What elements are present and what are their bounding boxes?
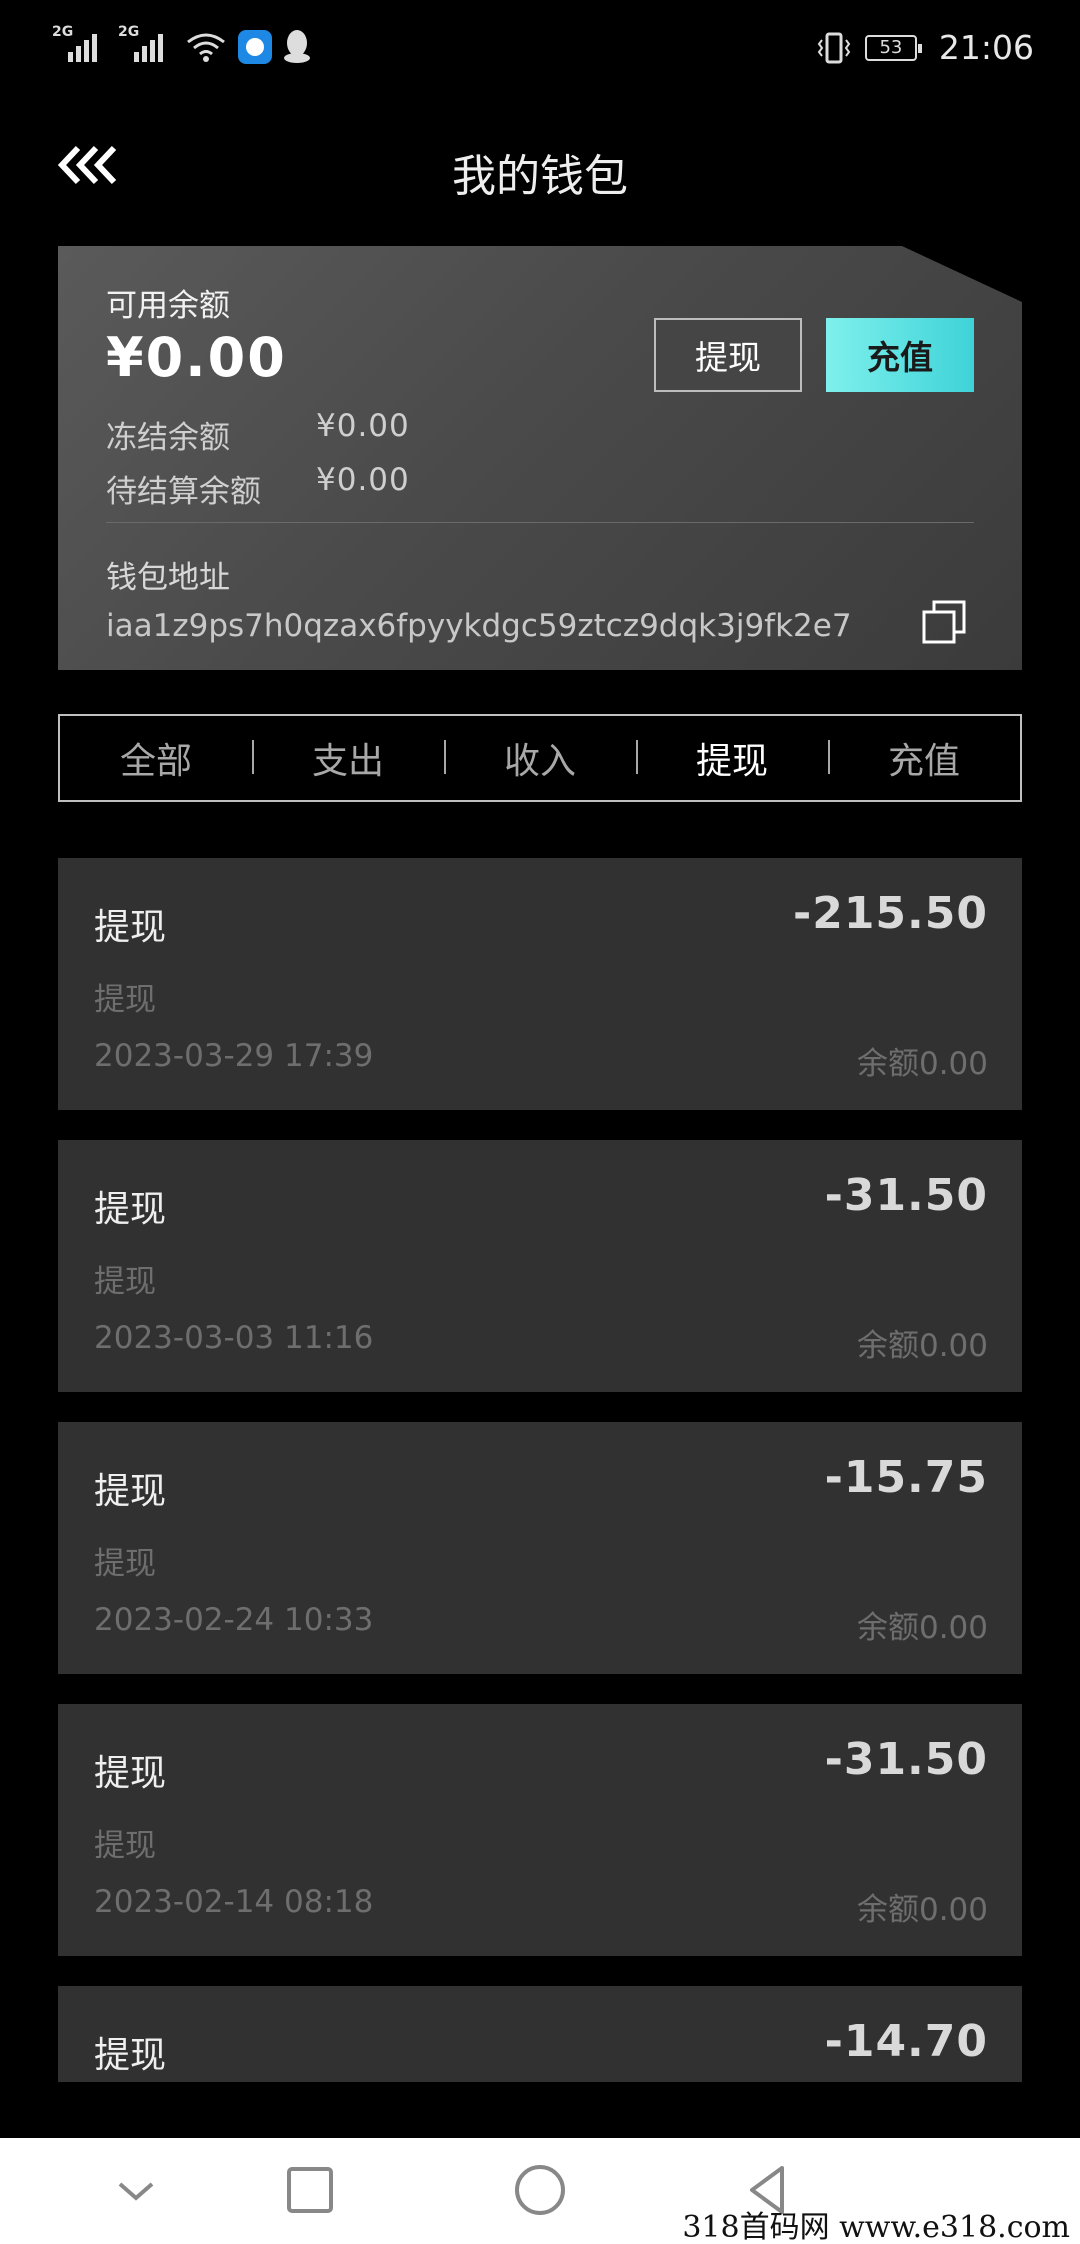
copy-button[interactable] <box>920 598 968 646</box>
record-title: 提现 <box>94 1471 167 1512</box>
record-item[interactable]: 提现 -31.50 提现 2023-02-14 08:18 余额0.00 <box>58 1704 1022 1956</box>
record-type: 提现 <box>94 1828 156 1864</box>
wallet-card: 可用余额 ¥0.00 提现 充值 冻结余额 ¥0.00 待结算余额 ¥0.00 … <box>58 246 1022 670</box>
watermark: 318首码网 www.e318.com <box>682 2210 1070 2244</box>
tab-all[interactable]: 全部 <box>60 732 252 784</box>
record-amount: -215.50 <box>792 888 988 939</box>
tab-recharge[interactable]: 充值 <box>828 732 1020 784</box>
battery-icon: 53 <box>864 34 922 61</box>
record-balance: 余额0.00 <box>856 1328 988 1364</box>
record-item[interactable]: 提现 -15.75 提现 2023-02-24 10:33 余额0.00 <box>58 1422 1022 1674</box>
frozen-balance-label: 冻结余额 <box>106 420 230 456</box>
record-type: 提现 <box>94 1264 156 1300</box>
withdraw-button[interactable]: 提现 <box>654 318 802 392</box>
pending-balance-label: 待结算余额 <box>106 474 261 510</box>
record-title: 提现 <box>94 1753 167 1794</box>
status-right: 53 21:06 <box>817 28 1034 67</box>
tab-withdraw[interactable]: 提现 <box>636 732 828 784</box>
frozen-balance-value: ¥0.00 <box>316 408 410 444</box>
available-balance-label: 可用余额 <box>106 288 230 324</box>
battery-level: 53 <box>879 37 903 58</box>
record-amount: -31.50 <box>824 1734 988 1785</box>
available-balance-value: ¥0.00 <box>106 326 287 389</box>
record-type: 提现 <box>94 1546 156 1582</box>
collapse-nav-button[interactable] <box>106 2160 166 2220</box>
pending-balance-value: ¥0.00 <box>316 462 410 498</box>
page-title: 我的钱包 <box>452 151 628 202</box>
record-balance: 余额0.00 <box>856 1892 988 1928</box>
record-type: 提现 <box>94 982 156 1018</box>
tab-expense[interactable]: 支出 <box>252 732 444 784</box>
wallet-screen: 2G 2G 53 21:06 我的钱包 可用余额 ¥0.00 提现 充值 冻结余… <box>0 0 1080 2244</box>
record-title: 提现 <box>94 907 167 948</box>
square-icon <box>287 2167 333 2213</box>
wallet-address-value: iaa1z9ps7h0qzax6fpyykdgc59ztcz9dqk3j9fk2… <box>106 608 852 644</box>
record-title: 提现 <box>94 2035 167 2076</box>
circle-icon <box>515 2165 565 2215</box>
record-amount: -14.70 <box>824 2016 988 2067</box>
status-bar: 2G 2G 53 21:06 <box>0 0 1080 100</box>
record-amount: -31.50 <box>824 1170 988 1221</box>
records-list[interactable]: 提现 -215.50 提现 2023-03-29 17:39 余额0.00 提现… <box>0 850 1080 2082</box>
tab-income[interactable]: 收入 <box>444 732 636 784</box>
record-title: 提现 <box>94 1189 167 1230</box>
record-balance: 余额0.00 <box>856 1046 988 1082</box>
chevron-down-icon <box>118 2182 154 2201</box>
recents-button[interactable] <box>280 2160 340 2220</box>
record-balance: 余额0.00 <box>856 1610 988 1646</box>
recharge-button[interactable]: 充值 <box>826 318 974 392</box>
signal-icon: 2G <box>52 24 108 64</box>
app-notification-icon <box>238 30 272 64</box>
card-divider <box>106 522 974 523</box>
record-date: 2023-02-24 10:33 <box>94 1602 374 1638</box>
record-amount: -15.75 <box>824 1452 988 1503</box>
record-date: 2023-03-29 17:39 <box>94 1038 374 1074</box>
qq-icon <box>284 30 310 63</box>
record-date: 2023-03-03 11:16 <box>94 1320 374 1356</box>
vibrate-icon <box>817 32 851 63</box>
record-date: 2023-02-14 08:18 <box>94 1884 374 1920</box>
record-item[interactable]: 提现 -215.50 提现 2023-03-29 17:39 余额0.00 <box>58 858 1022 1110</box>
clock: 21:06 <box>938 28 1034 67</box>
status-left: 2G 2G <box>52 24 312 64</box>
copy-icon <box>922 600 966 644</box>
wifi-icon <box>187 33 225 62</box>
record-item[interactable]: 提现 -31.50 提现 2023-03-03 11:16 余额0.00 <box>58 1140 1022 1392</box>
signal-icon: 2G <box>118 24 174 64</box>
filter-tabs: 全部 支出 收入 提现 充值 <box>58 714 1022 802</box>
home-button[interactable] <box>510 2160 570 2220</box>
record-item[interactable]: 提现 -14.70 <box>58 1986 1022 2082</box>
wallet-address-label: 钱包地址 <box>106 560 230 596</box>
